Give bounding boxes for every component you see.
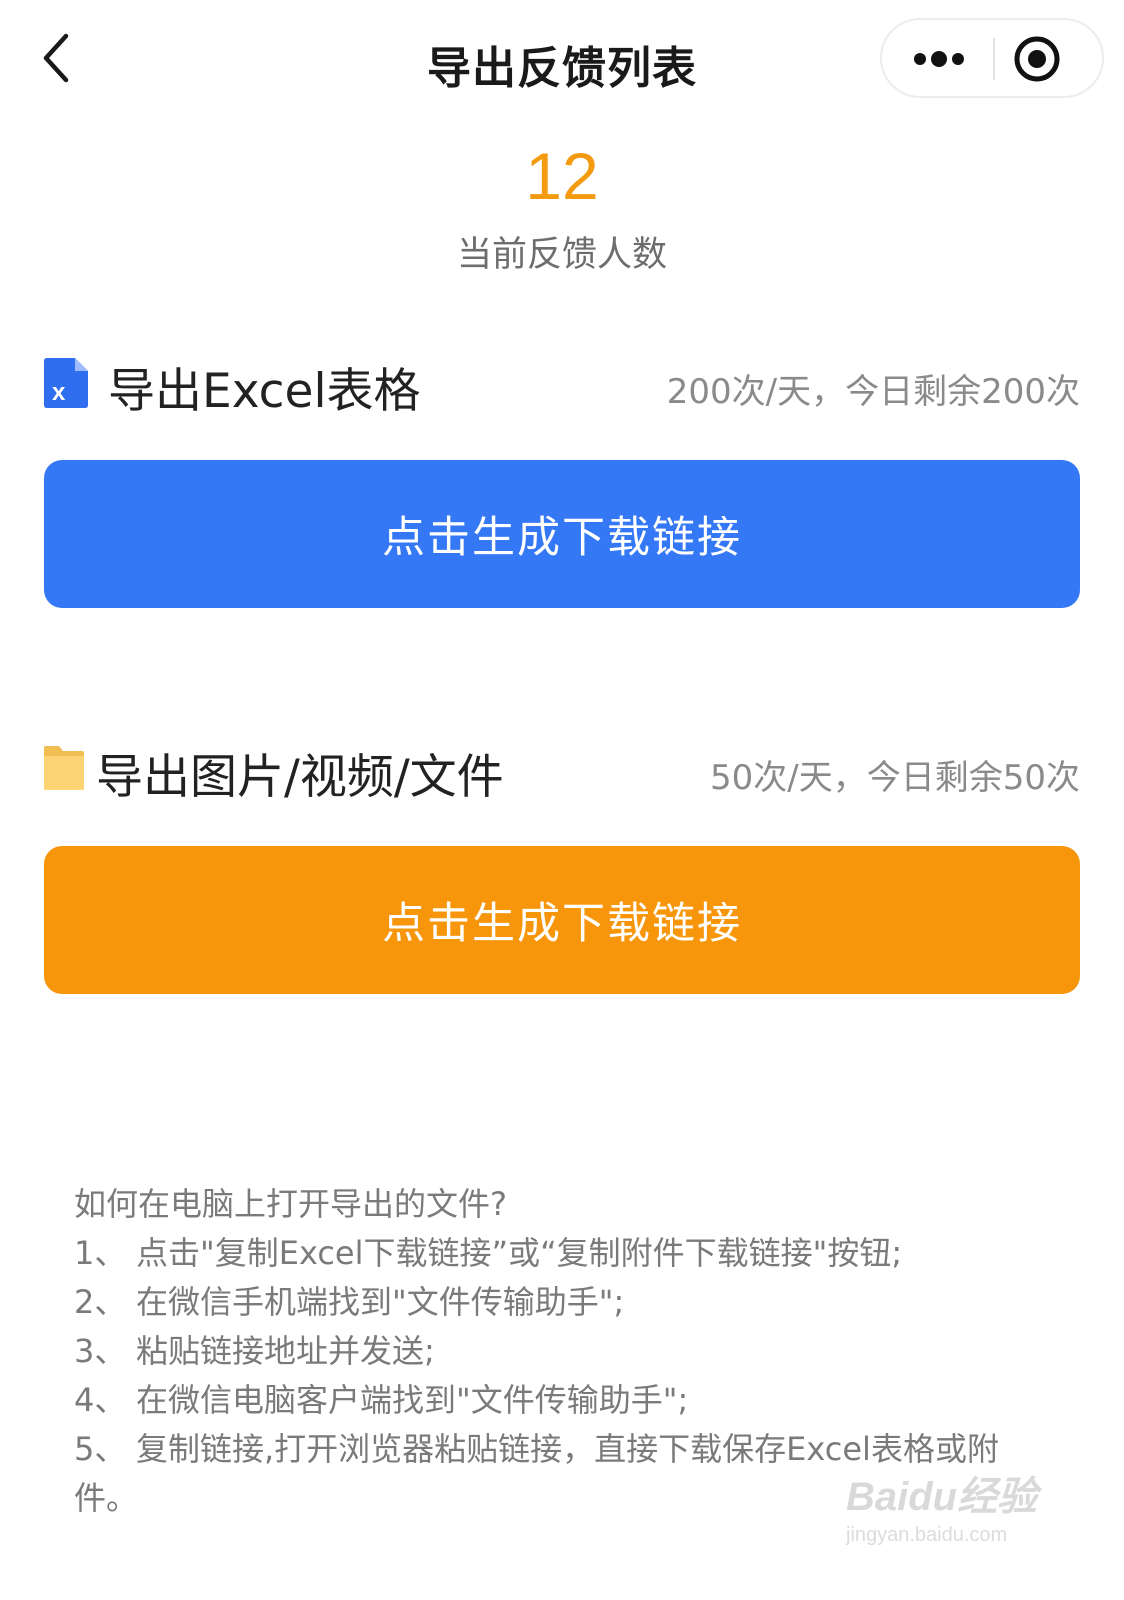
help-step-number: 3、: [74, 1332, 127, 1370]
mini-program-capsule: [880, 18, 1104, 98]
generate-excel-link-button[interactable]: 点击生成下载链接: [44, 460, 1080, 608]
excel-section-title: 导出Excel表格: [108, 364, 421, 419]
help-step-number: 1、: [74, 1234, 127, 1272]
help-step: 4、 在微信电脑客户端找到"文件传输助手";: [74, 1376, 1054, 1425]
svg-text:x: x: [52, 379, 66, 406]
excel-section-header: x 导出Excel表格 200次/天，今日剩余200次: [44, 348, 1080, 419]
help-step-text: 在微信手机端找到"文件传输助手";: [136, 1283, 625, 1321]
more-button[interactable]: [882, 20, 993, 96]
help-step: 1、 点击"复制Excel下载链接”或“复制附件下载链接"按钮;: [74, 1229, 1054, 1278]
target-close-icon: [1014, 36, 1060, 82]
help-step-text: 点击"复制Excel下载链接”或“复制附件下载链接"按钮;: [136, 1234, 903, 1272]
media-section-title: 导出图片/视频/文件: [96, 750, 504, 805]
more-dots-icon: [914, 51, 964, 67]
media-section-header: 导出图片/视频/文件 50次/天，今日剩余50次: [44, 734, 1080, 805]
help-step: 3、 粘贴链接地址并发送;: [74, 1327, 1054, 1376]
nav-bar: 导出反馈列表: [0, 0, 1124, 118]
help-heading: 如何在电脑上打开导出的文件?: [74, 1185, 507, 1223]
help-step-text: 粘贴链接地址并发送;: [136, 1332, 435, 1370]
feedback-count: 12: [525, 139, 599, 213]
generate-media-link-button[interactable]: 点击生成下载链接: [44, 846, 1080, 994]
feedback-count-label: 当前反馈人数: [456, 235, 667, 275]
excel-file-icon: x: [44, 358, 88, 412]
media-quota: 50次/天，今日剩余50次: [710, 758, 1080, 798]
baidu-watermark: Baidu经验 jingyan.baidu.com: [846, 1448, 1066, 1558]
watermark-logo: Baidu经验: [846, 1475, 1038, 1519]
help-step: 2、 在微信手机端找到"文件传输助手";: [74, 1278, 1054, 1327]
help-step-number: 2、: [74, 1283, 127, 1321]
help-step-number: 5、: [74, 1430, 127, 1468]
close-mini-program-button[interactable]: [995, 20, 1102, 96]
watermark-url: jingyan.baidu.com: [846, 1524, 1008, 1546]
help-step-number: 4、: [74, 1381, 127, 1419]
folder-icon: [44, 746, 84, 794]
help-step-text: 在微信电脑客户端找到"文件传输助手";: [136, 1381, 689, 1419]
excel-quota: 200次/天，今日剩余200次: [666, 372, 1080, 412]
